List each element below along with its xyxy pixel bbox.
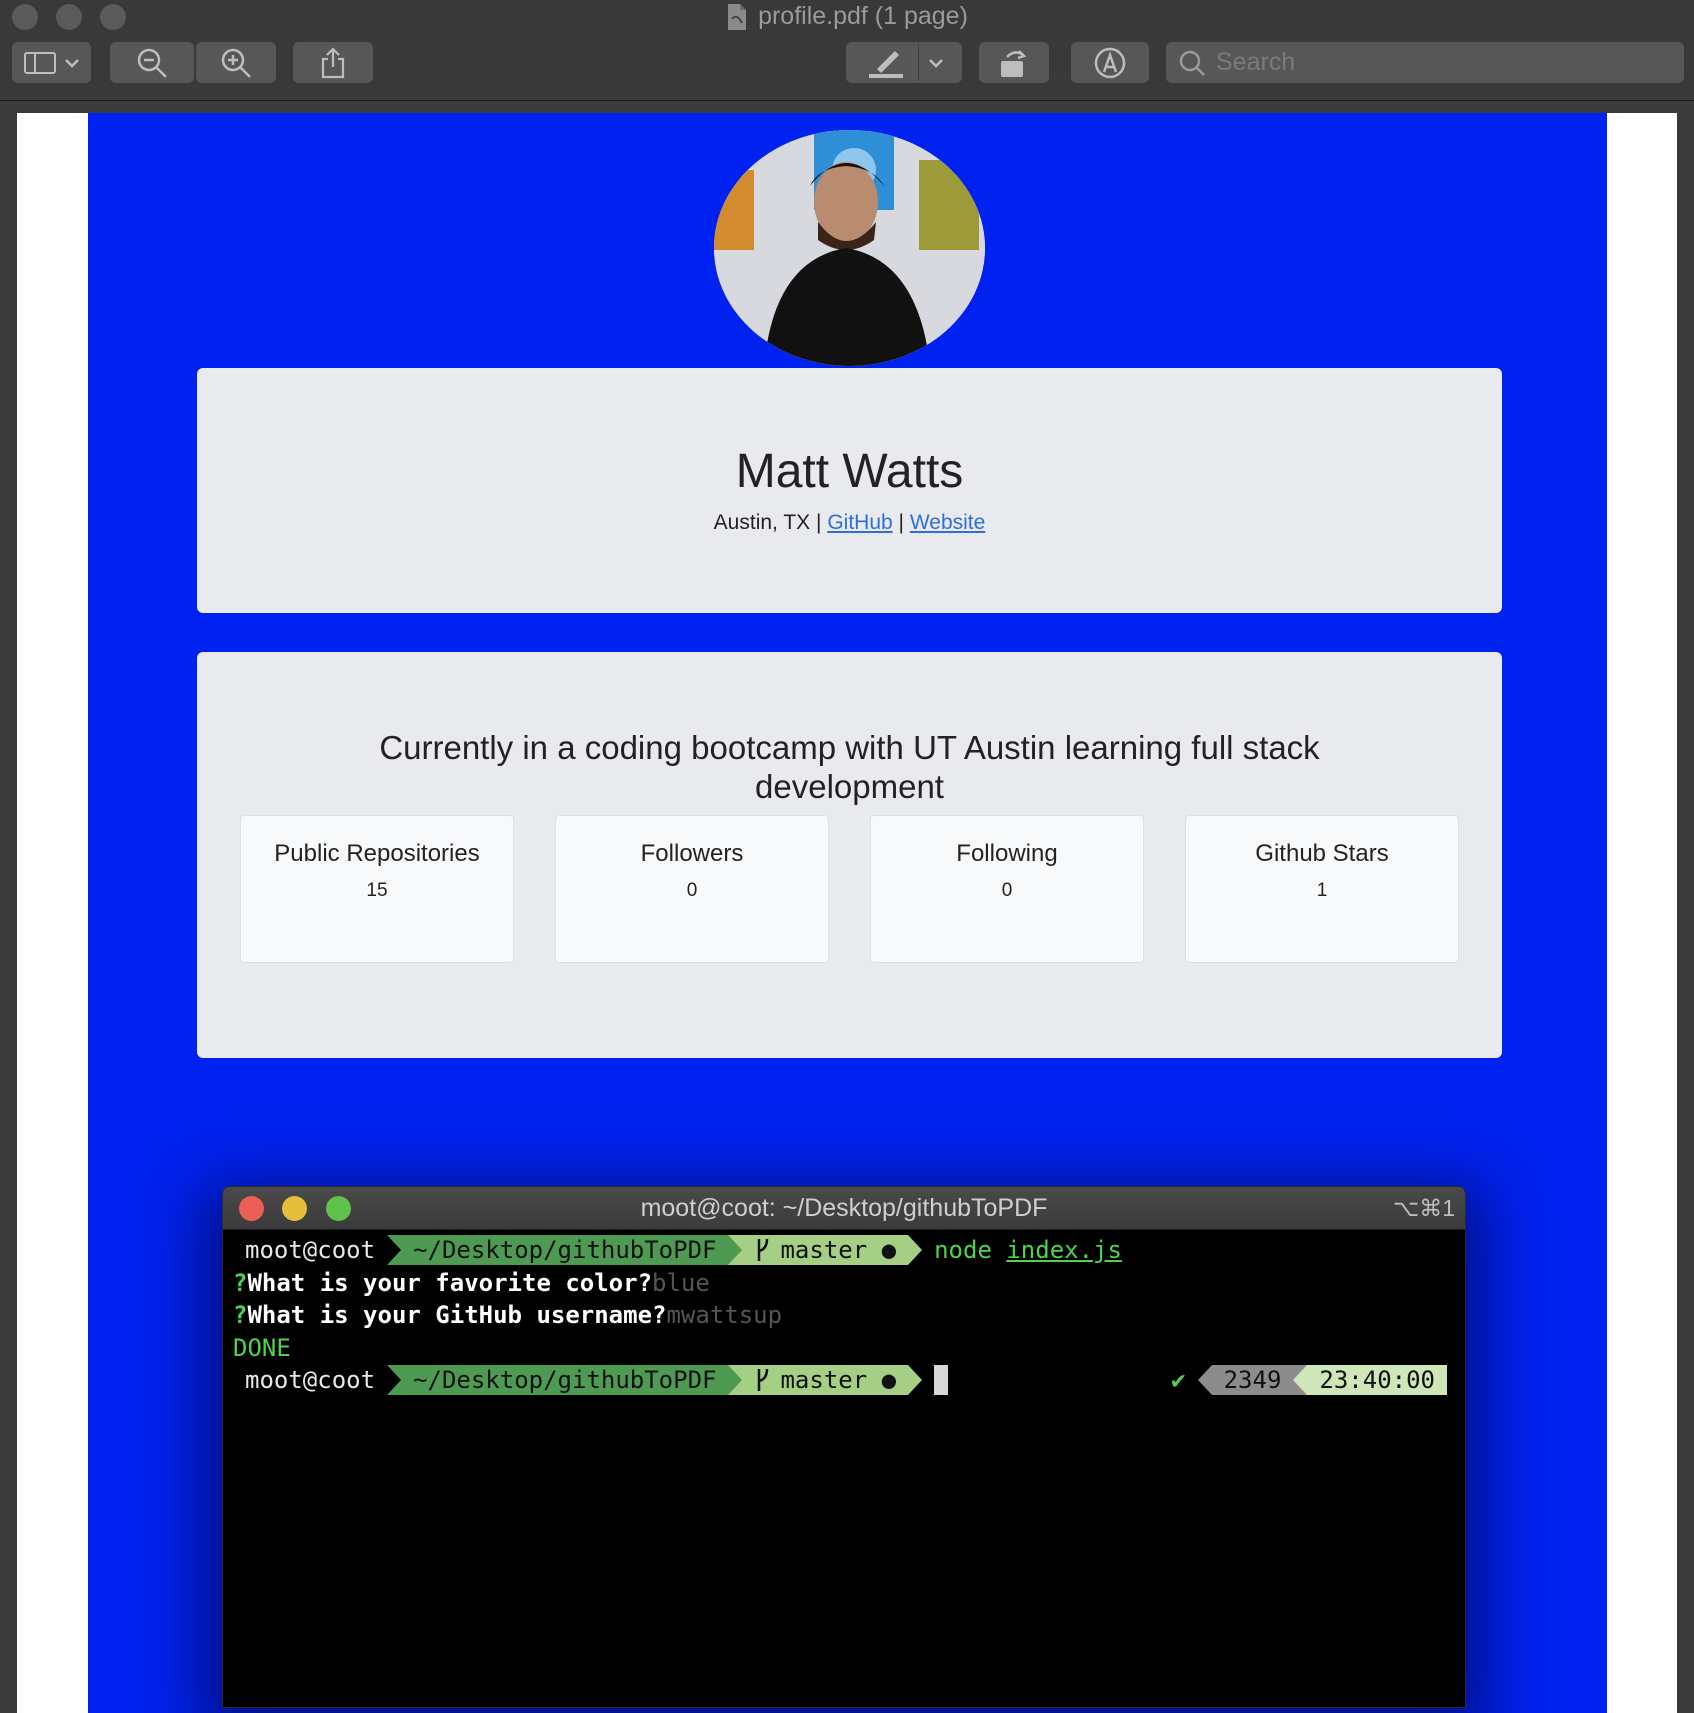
sidebar-toggle-button[interactable]: [12, 42, 91, 83]
history-number: 2349: [1211, 1365, 1294, 1396]
search-icon: [1179, 50, 1205, 76]
stat-value: 1: [1316, 880, 1328, 901]
profile-name: Matt Watts: [735, 445, 964, 498]
prompt-path: ~/Desktop/githubToPDF: [401, 1235, 729, 1266]
terminal-output: moot@coot ~/Desktop/githubToPDF master ●…: [223, 1230, 1465, 1401]
markup-icon: [1094, 47, 1126, 78]
terminal-question-line: ? What is your GitHub username? mwattsup: [233, 1299, 1455, 1332]
zoom-in-button[interactable]: [196, 42, 276, 83]
prompt-time: 23:40:00: [1307, 1365, 1447, 1396]
avatar-photo: [714, 130, 985, 366]
terminal-shortcut: ⌥⌘1: [1392, 1195, 1455, 1221]
name-card: Matt Watts Austin, TX | GitHub | Website: [197, 368, 1502, 613]
terminal-titlebar: moot@coot: ~/Desktop/githubToPDF ⌥⌘1: [223, 1187, 1465, 1230]
stat-value: 15: [366, 880, 388, 901]
chevron-down-icon[interactable]: [928, 58, 944, 68]
question-marker: ?: [233, 1301, 248, 1329]
stat-card-github-stars: Github Stars 1: [1185, 815, 1459, 963]
location-text: Austin, TX: [713, 511, 811, 534]
window-title: profile.pdf (1 page): [758, 2, 968, 30]
prompt-path: ~/Desktop/githubToPDF: [401, 1365, 729, 1396]
prompt-user: moot@coot: [233, 1365, 388, 1396]
zoom-out-icon: [137, 48, 167, 78]
answer-text: mwattsup: [666, 1301, 783, 1329]
prompt-git-segment: master ●: [742, 1365, 909, 1396]
stat-label: Following: [956, 840, 1058, 867]
sidebar-icon: [23, 51, 56, 74]
meta-separator: |: [898, 511, 904, 534]
prompt-branch: master: [780, 1366, 868, 1394]
branch-dirty-marker: ●: [881, 1236, 897, 1264]
stat-label: Followers: [640, 840, 744, 867]
git-branch-icon: [758, 1239, 769, 1262]
highlight-pen-icon: [869, 50, 903, 78]
terminal-cursor: [934, 1365, 949, 1396]
rotate-button[interactable]: [979, 42, 1049, 83]
search-field[interactable]: [1166, 42, 1684, 83]
stat-card-following: Following 0: [870, 815, 1144, 963]
answer-text: blue: [652, 1268, 710, 1297]
stat-value: 0: [686, 880, 698, 901]
stat-label: Github Stars: [1255, 840, 1389, 867]
stat-card-followers: Followers 0: [555, 815, 829, 963]
question-text: What is your favorite color?: [247, 1268, 653, 1297]
bio-card: Currently in a coding bootcamp with UT A…: [197, 652, 1502, 1058]
chevron-down-icon: [64, 58, 79, 68]
terminal-title: moot@coot: ~/Desktop/githubToPDF: [640, 1194, 1048, 1222]
stat-value: 0: [1001, 880, 1013, 901]
prompt-user: moot@coot: [233, 1235, 388, 1266]
profile-meta: Austin, TX | GitHub | Website: [197, 511, 1502, 535]
highlight-button[interactable]: [846, 42, 962, 83]
website-link[interactable]: Website: [910, 511, 985, 534]
stat-card-public-repositories: Public Repositories 15: [240, 815, 514, 963]
terminal-done-line: DONE: [233, 1332, 1455, 1365]
terminal-question-line: ? What is your favorite color? blue: [233, 1267, 1455, 1300]
terminal-window: moot@coot: ~/Desktop/githubToPDF ⌥⌘1 moo…: [222, 1186, 1466, 1708]
git-branch-icon: [758, 1369, 769, 1392]
share-button[interactable]: [293, 42, 373, 83]
zoom-in-icon: [221, 48, 251, 78]
prompt-branch: master: [780, 1236, 868, 1264]
rotate-icon: [1001, 49, 1027, 77]
done-text: DONE: [233, 1333, 291, 1362]
prompt-git-segment: master ●: [742, 1235, 909, 1266]
question-marker: ?: [233, 1268, 248, 1297]
markup-button[interactable]: [1071, 42, 1149, 83]
zoom-out-button[interactable]: [110, 42, 194, 83]
branch-dirty-marker: ●: [881, 1366, 897, 1394]
pdf-document-icon: [728, 4, 747, 31]
share-icon: [321, 46, 345, 78]
right-prompt: ✔ 2349 23:40:00: [1171, 1364, 1447, 1397]
preview-titlebar: profile.pdf (1 page): [0, 0, 1694, 101]
terminal-prompt-line: moot@coot ~/Desktop/githubToPDF master ●…: [233, 1234, 1455, 1267]
search-input[interactable]: [1214, 47, 1648, 78]
bio-text: Currently in a coding bootcamp with UT A…: [379, 729, 1320, 805]
github-link[interactable]: GitHub: [827, 511, 892, 534]
question-text: What is your GitHub username?: [247, 1301, 667, 1329]
command-name: node: [934, 1236, 992, 1264]
command-argument: index.js: [1006, 1236, 1122, 1264]
window-title-bar: profile.pdf (1 page): [0, 0, 1694, 32]
avatar: [714, 130, 985, 366]
stat-label: Public Repositories: [274, 840, 480, 867]
meta-separator: |: [816, 511, 822, 534]
success-check-icon: ✔: [1171, 1366, 1186, 1394]
terminal-prompt-line: moot@coot ~/Desktop/githubToPDF master ●…: [233, 1364, 1455, 1397]
